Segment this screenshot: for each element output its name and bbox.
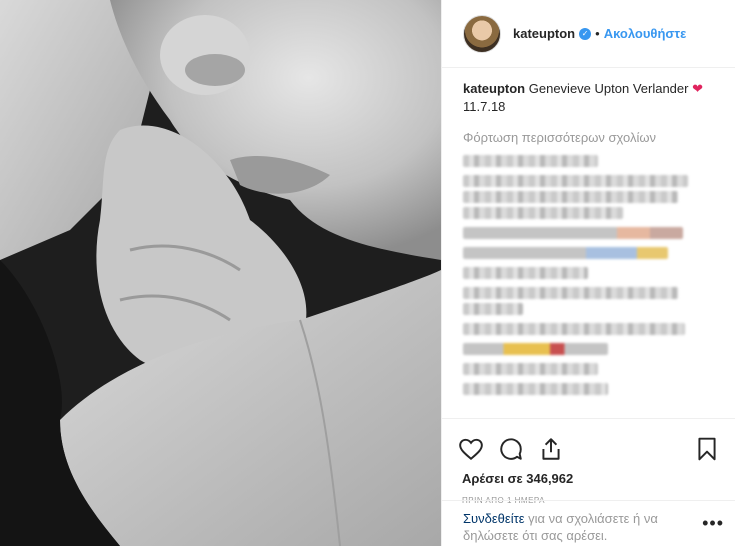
username-link[interactable]: kateupton — [513, 26, 575, 41]
heart-icon[interactable] — [458, 436, 484, 462]
likes-count[interactable]: Αρέσει σε 346,962 — [462, 471, 720, 486]
login-prompt: Συνδεθείτε για να σχολιάσετε ή να δηλώσε… — [442, 500, 735, 544]
avatar[interactable] — [463, 14, 501, 53]
baby-photo-illustration — [0, 0, 441, 546]
blurred-comments — [463, 155, 715, 395]
comments-section: kateupton Genevieve Upton Verlander ❤ 11… — [442, 68, 735, 418]
blurred-comment — [463, 191, 678, 203]
separator-dot: • — [595, 26, 600, 41]
bookmark-icon[interactable] — [694, 436, 720, 462]
blurred-comment — [463, 383, 608, 395]
caption-text: Genevieve Upton Verlander — [528, 81, 689, 96]
post-actions: Αρέσει σε 346,962 ΠΡΙΝ ΑΠΟ 1 ΗΜΕΡΑ — [442, 418, 735, 505]
blurred-comment — [463, 287, 678, 299]
blurred-comment — [463, 155, 598, 167]
blurred-comment — [463, 267, 588, 279]
comment-icon[interactable] — [498, 436, 524, 462]
action-icons — [458, 429, 720, 469]
blurred-comment — [463, 343, 608, 355]
share-icon[interactable] — [538, 436, 564, 462]
heart-emoji: ❤ — [692, 81, 703, 96]
blurred-comment — [463, 323, 685, 335]
more-options-icon[interactable]: ••• — [702, 514, 724, 532]
blurred-comment — [463, 363, 598, 375]
post-photo — [0, 0, 441, 546]
load-more-comments-button[interactable]: Φόρτωση περισσότερων σχολίων — [463, 130, 715, 145]
blurred-comment — [463, 247, 668, 259]
post-header: kateupton ✓ • Ακολουθήστε — [442, 0, 735, 68]
verified-badge-icon: ✓ — [579, 27, 592, 40]
post-side-panel: kateupton ✓ • Ακολουθήστε kateupton Gene… — [441, 0, 735, 546]
blurred-comment — [463, 207, 623, 219]
blurred-comment — [463, 227, 683, 239]
caption-username[interactable]: kateupton — [463, 81, 525, 96]
blurred-comment — [463, 303, 523, 315]
follow-button[interactable]: Ακολουθήστε — [604, 26, 687, 41]
caption: kateupton Genevieve Upton Verlander ❤ 11… — [463, 80, 715, 116]
caption-date: 11.7.18 — [463, 99, 506, 114]
login-link[interactable]: Συνδεθείτε — [463, 511, 525, 526]
blurred-comment — [463, 175, 688, 187]
